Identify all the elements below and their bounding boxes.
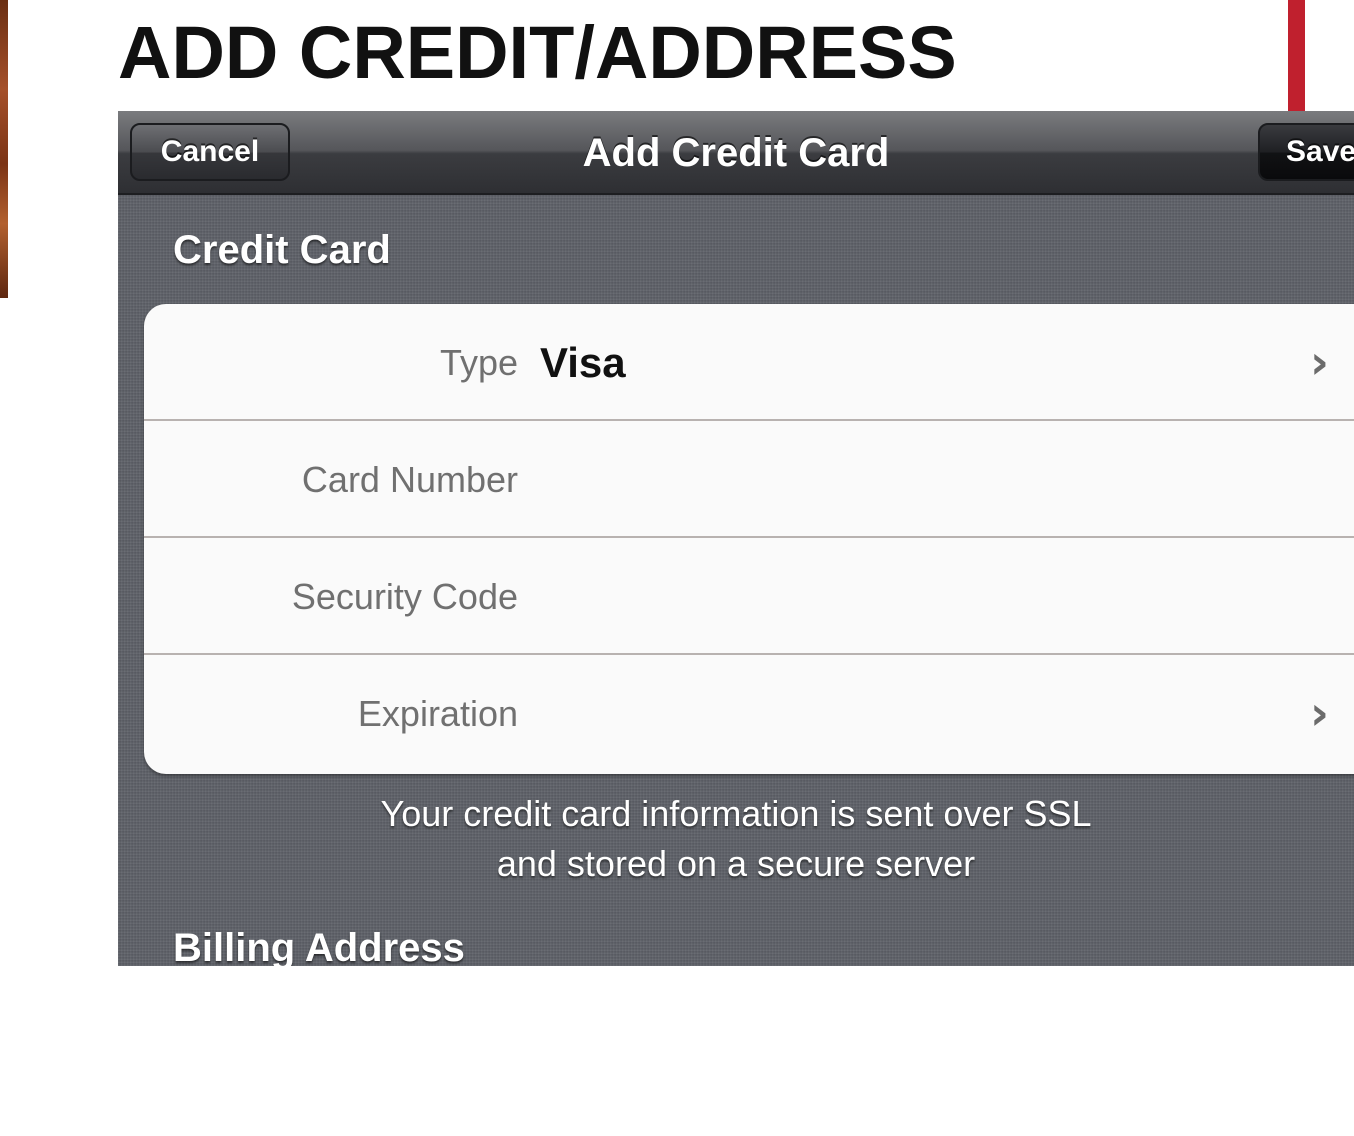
ssl-security-note: Your credit card information is sent ove…: [118, 789, 1354, 889]
security-code-row: Security Code: [144, 538, 1354, 655]
save-button[interactable]: Save: [1258, 123, 1354, 181]
card-type-value: Visa: [540, 339, 626, 386]
ssl-note-line-1: Your credit card information is sent ove…: [380, 793, 1092, 834]
chevron-right-icon: ›: [1310, 686, 1329, 740]
card-type-label: Type: [439, 342, 518, 383]
navigation-bar: Cancel Add Credit Card Save: [118, 111, 1354, 195]
security-code-label: Security Code: [291, 576, 518, 617]
expiration-label: Expiration: [357, 693, 518, 734]
red-accent-bar: [1288, 0, 1305, 112]
expiration-row[interactable]: Expiration ›: [144, 655, 1354, 772]
chevron-right-icon: ›: [1310, 335, 1329, 389]
ssl-note-line-2: and stored on a secure server: [496, 843, 976, 884]
security-code-field[interactable]: [540, 563, 1304, 631]
card-number-row: Card Number: [144, 421, 1354, 538]
nav-title: Add Credit Card: [582, 131, 890, 175]
wood-texture-edge: [0, 0, 8, 298]
document-heading: ADD CREDIT/ADDRESS: [118, 11, 957, 94]
credit-card-form-group: Type Visa › Card Number Security Code Ex…: [144, 304, 1354, 774]
card-number-label: Card Number: [301, 459, 518, 500]
card-number-field[interactable]: [540, 446, 1304, 514]
billing-address-section-header: Billing Address: [173, 926, 465, 966]
ipad-screen: Cancel Add Credit Card Save Credit Card …: [118, 111, 1354, 966]
card-type-row[interactable]: Type Visa ›: [144, 304, 1354, 421]
credit-card-section-header: Credit Card: [173, 228, 391, 272]
